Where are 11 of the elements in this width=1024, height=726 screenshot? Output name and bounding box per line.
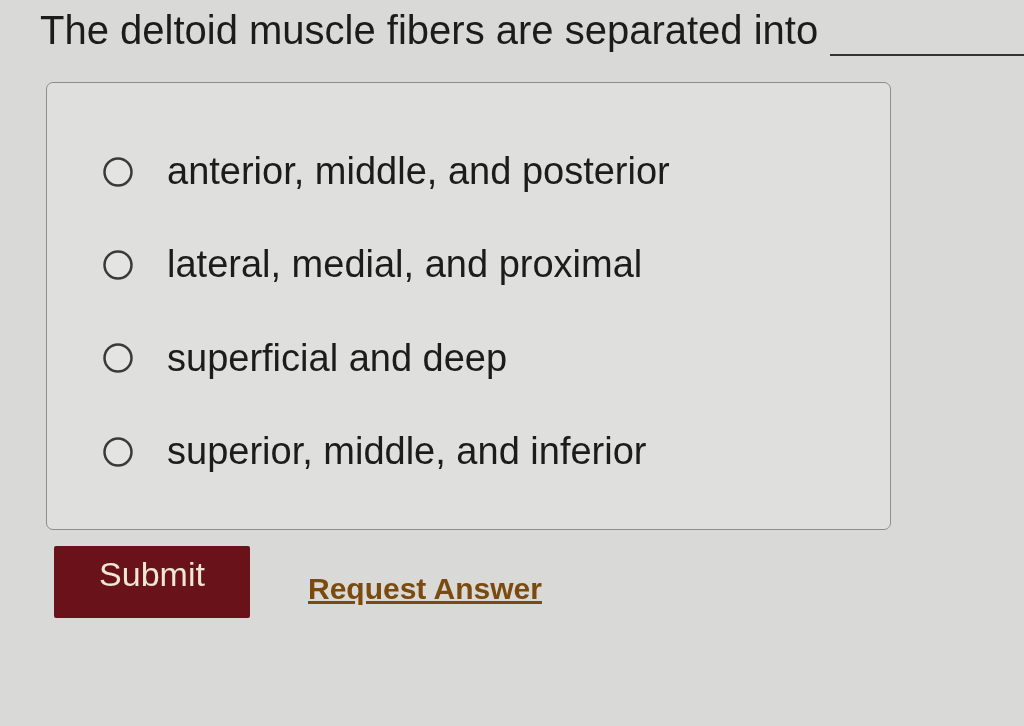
request-answer-link[interactable]: Request Answer (308, 571, 542, 606)
question-text: The deltoid muscle fibers are separated into (40, 7, 819, 54)
option-label[interactable]: superior, middle, and inferior (167, 427, 647, 477)
option-label[interactable]: lateral, medial, and proximal (167, 240, 643, 290)
option-label[interactable]: anterior, middle, and posterior (167, 147, 670, 197)
radio-button[interactable] (103, 250, 133, 281)
radio-button[interactable] (103, 343, 133, 374)
option-label[interactable]: superficial and deep (167, 333, 508, 384)
submit-button[interactable]: Submit (54, 545, 250, 618)
radio-button[interactable] (103, 156, 133, 187)
radio-button[interactable] (103, 436, 133, 467)
